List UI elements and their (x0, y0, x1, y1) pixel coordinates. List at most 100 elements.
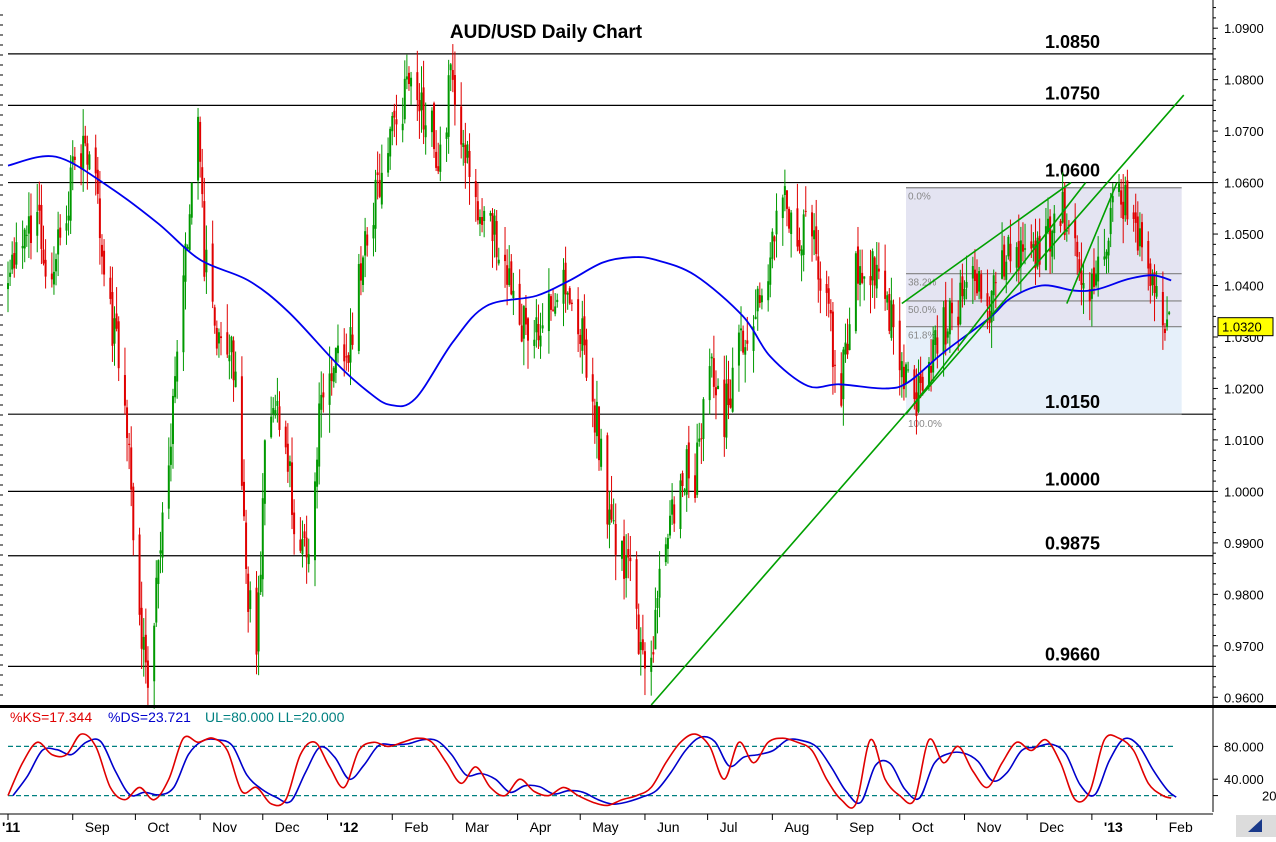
candle-body (746, 340, 749, 344)
candle-body (785, 190, 788, 209)
candle-body (539, 335, 542, 347)
candle-body (261, 498, 264, 580)
candle-body (201, 167, 204, 195)
candle-body (1103, 256, 1106, 260)
candle-body (1007, 236, 1010, 257)
candle-body (157, 560, 160, 584)
candle-body (756, 288, 759, 312)
candle-body (681, 473, 684, 487)
candle-body (986, 293, 989, 307)
candle-body (439, 144, 442, 172)
candle-body (504, 254, 507, 262)
candle-body (378, 179, 381, 197)
candle-body (464, 144, 467, 164)
candle-body (197, 116, 200, 181)
candle-body (537, 323, 540, 341)
candle-body (610, 504, 613, 520)
candle-body (1122, 201, 1125, 219)
candle-body (13, 253, 16, 269)
fib-zone-upper (906, 187, 1182, 327)
candle-body (625, 555, 628, 579)
candle-body (1107, 240, 1110, 256)
time-tick-label: Feb (404, 819, 428, 835)
candle-body (334, 347, 337, 373)
candle-body (813, 230, 816, 240)
candle-body (932, 339, 935, 373)
level-label: 0.9660 (1045, 644, 1100, 664)
candle-body (781, 197, 784, 219)
candle-body (259, 574, 262, 593)
candle-body (247, 573, 250, 612)
candle-body (272, 408, 275, 414)
candle-body (600, 438, 603, 467)
price-tick-label: 1.0100 (1224, 433, 1264, 448)
stochastic-tick-label: 20 (1262, 789, 1276, 804)
candle-body (128, 443, 131, 445)
level-label: 1.0850 (1045, 32, 1100, 52)
candle-body (742, 330, 745, 353)
candle-body (336, 345, 339, 354)
candle-body (240, 376, 243, 486)
candle-body (581, 318, 584, 351)
candle-body (278, 406, 281, 430)
candle-body (451, 69, 454, 80)
candle-body (783, 186, 786, 196)
level-label: 0.9875 (1045, 534, 1100, 554)
candle-body (1032, 244, 1035, 248)
candle-body (710, 356, 713, 359)
price-tick-label: 1.0500 (1224, 227, 1264, 242)
candle-body (890, 300, 893, 338)
candle-body (73, 156, 76, 160)
candle-body (276, 400, 279, 406)
candle-body (115, 313, 118, 329)
candle-body (478, 217, 481, 224)
candle-body (729, 398, 732, 408)
candle-body (980, 274, 983, 299)
candle-body (67, 215, 70, 221)
candle-body (52, 271, 55, 285)
candle-body (270, 416, 273, 438)
candle-body (804, 210, 807, 212)
candle-body (950, 302, 953, 314)
candle-body (430, 110, 433, 133)
candle-body (322, 392, 325, 398)
candle-body (299, 539, 302, 551)
candle-body (155, 577, 158, 623)
candle-body (393, 110, 396, 118)
candle-body (566, 292, 569, 295)
candle-body (203, 201, 206, 277)
candle-body (318, 403, 321, 467)
candle-body (113, 318, 116, 344)
candle-body (767, 281, 770, 301)
candle-body (23, 229, 26, 249)
candle-body (138, 534, 141, 615)
candle-body (629, 557, 632, 562)
candle-body (489, 213, 492, 216)
candle-body (171, 395, 174, 445)
candle-body (228, 355, 231, 362)
candle-body (527, 318, 530, 341)
candle-body (948, 300, 951, 335)
candle-body (654, 609, 657, 650)
candle-body (1140, 222, 1143, 248)
candle-body (447, 75, 450, 137)
candle-body (234, 371, 237, 388)
candle-body (445, 132, 448, 139)
candle-body (673, 504, 676, 524)
price-axis: 0.9600 0.9700 0.9800 0.9900 1.0000 1.0100 1.02… (1212, 0, 1276, 812)
candle-body (606, 435, 609, 525)
candle-body (109, 277, 112, 299)
candle-body (82, 135, 85, 169)
candle-body (915, 392, 918, 417)
candle-body (1082, 283, 1085, 289)
candle-body (407, 72, 410, 85)
candle-body (1001, 250, 1004, 279)
candle-body (1138, 228, 1141, 247)
candle-body (650, 657, 653, 672)
candle-body (758, 295, 761, 304)
candle-body (811, 212, 814, 237)
price-tick-label: 1.0200 (1224, 381, 1264, 396)
fib-level-label: 0.0% (908, 192, 931, 203)
candle-body (232, 340, 235, 381)
candle-body (554, 306, 557, 314)
